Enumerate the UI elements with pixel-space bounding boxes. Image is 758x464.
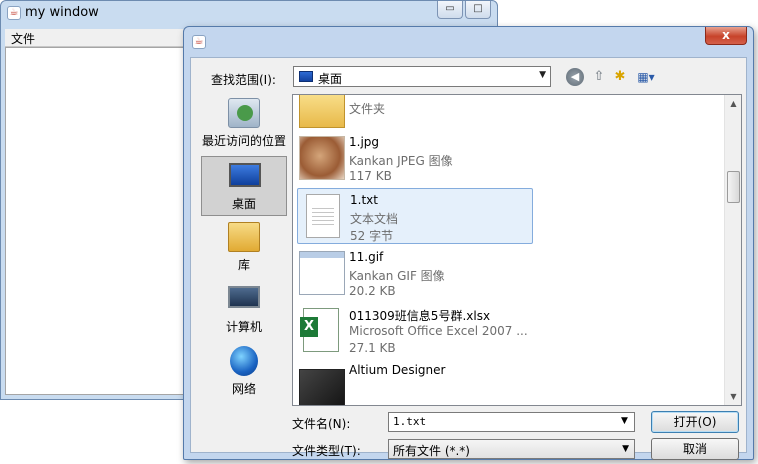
look-in-combo[interactable]: 桌面 ▼ (293, 66, 551, 87)
place-label: 最近访问的位置 (201, 134, 286, 148)
file-item-altium[interactable]: Altium Designer (297, 359, 533, 405)
file-name: 1.jpg (349, 135, 380, 149)
cancel-button[interactable]: 取消 (651, 438, 739, 460)
computer-icon (228, 286, 260, 308)
places-bar: 最近访问的位置 桌面 库 计算机 网络 (199, 94, 289, 424)
dialog-body: 查找范围(I): 桌面 ▼ ◀ ⇧ ✱ ▦▾ 最近访问的位置 桌面 库 计算机 … (190, 57, 747, 460)
scroll-down-arrow[interactable]: ▼ (725, 388, 741, 405)
place-network[interactable]: 网络 (201, 342, 287, 402)
place-desktop[interactable]: 桌面 (201, 156, 287, 216)
library-icon (228, 222, 260, 252)
file-item-1jpg[interactable]: 1.jpg Kankan JPEG 图像 117 KB (297, 131, 533, 187)
dialog-close-button[interactable]: x (705, 27, 747, 45)
desktop-small-icon (299, 71, 313, 82)
minimize-button[interactable]: ▭ (437, 1, 463, 19)
java-app-icon: ☕ (7, 6, 21, 20)
open-button[interactable]: 打开(O) (651, 411, 739, 433)
chevron-down-icon: ▼ (622, 444, 629, 454)
view-menu-button[interactable]: ▦▾ (633, 68, 659, 86)
gif-image-icon (299, 251, 345, 295)
file-type: 文本文档 (350, 212, 399, 226)
file-type: 文件夹 (349, 102, 386, 116)
bg-window-title: my window (25, 5, 99, 20)
desktop-icon (229, 163, 261, 187)
back-button[interactable]: ◀ (566, 68, 584, 86)
text-document-icon (306, 194, 340, 238)
file-type-select[interactable]: 所有文件 (*.*) ▼ (388, 439, 635, 459)
new-folder-button[interactable]: ✱ (611, 68, 629, 86)
file-name: ... (349, 95, 360, 97)
place-label: 桌面 (231, 197, 256, 211)
look-in-value: 桌面 (318, 72, 343, 86)
file-item-xlsx[interactable]: 011309班信息5号群.xlsx Microsoft Office Excel… (297, 303, 533, 359)
open-file-dialog: ☕ x 查找范围(I): 桌面 ▼ ◀ ⇧ ✱ ▦▾ 最近访问的位置 桌面 库 (183, 26, 754, 460)
chevron-down-icon[interactable]: ▼ (621, 416, 628, 426)
file-name: 11.gif (349, 250, 384, 264)
file-name-input[interactable]: 1.txt (388, 412, 635, 432)
altium-shortcut-icon (299, 369, 345, 405)
file-item-1txt[interactable]: 1.txt 文本文档 52 字节 (297, 188, 533, 244)
file-type: Kankan GIF 图像 (349, 269, 445, 283)
file-type-value: 所有文件 (*.*) (393, 444, 470, 458)
file-type-label: 文件类型(T): (292, 444, 361, 458)
scroll-up-arrow[interactable]: ▲ (725, 95, 741, 112)
file-name: 1.txt (350, 193, 378, 207)
look-in-label: 查找范围(I): (211, 73, 276, 87)
chevron-down-icon: ▼ (539, 70, 546, 80)
place-label: 库 (237, 258, 250, 272)
network-icon (230, 346, 258, 376)
place-label: 计算机 (225, 320, 262, 334)
file-size: 117 KB (349, 169, 392, 183)
excel-file-icon (300, 308, 339, 352)
file-item-folder[interactable]: ... 文件夹 (297, 95, 533, 135)
recent-places-icon (228, 98, 260, 128)
maximize-button[interactable]: □ (465, 1, 491, 19)
file-list[interactable]: ... 文件夹 1.jpg Kankan JPEG 图像 117 KB 1.tx… (292, 94, 742, 406)
file-item-11gif[interactable]: 11.gif Kankan GIF 图像 20.2 KB (297, 246, 533, 302)
file-list-scrollbar[interactable]: ▲ ▼ (724, 95, 741, 405)
place-library[interactable]: 库 (201, 218, 287, 278)
dialog-java-icon: ☕ (192, 35, 206, 49)
menu-file[interactable]: 文件 (11, 30, 35, 47)
scroll-thumb[interactable] (727, 171, 740, 203)
file-name: 011309班信息5号群.xlsx (349, 309, 491, 323)
file-type: Microsoft Office Excel 2007 ... (349, 324, 528, 338)
place-recent[interactable]: 最近访问的位置 (201, 94, 287, 154)
place-computer[interactable]: 计算机 (201, 280, 287, 340)
file-size: 52 字节 (350, 229, 394, 243)
bg-title-bar[interactable]: ☕ my window ▭ □ (1, 1, 497, 25)
file-size: 20.2 KB (349, 284, 396, 298)
jpeg-thumbnail-icon (299, 136, 345, 180)
place-label: 网络 (231, 382, 256, 396)
file-size: 27.1 KB (349, 341, 396, 355)
file-name-label: 文件名(N): (292, 417, 351, 431)
file-type: Kankan JPEG 图像 (349, 154, 453, 168)
up-folder-button[interactable]: ⇧ (590, 68, 608, 86)
file-name: Altium Designer (349, 363, 446, 377)
folder-icon (299, 95, 345, 128)
